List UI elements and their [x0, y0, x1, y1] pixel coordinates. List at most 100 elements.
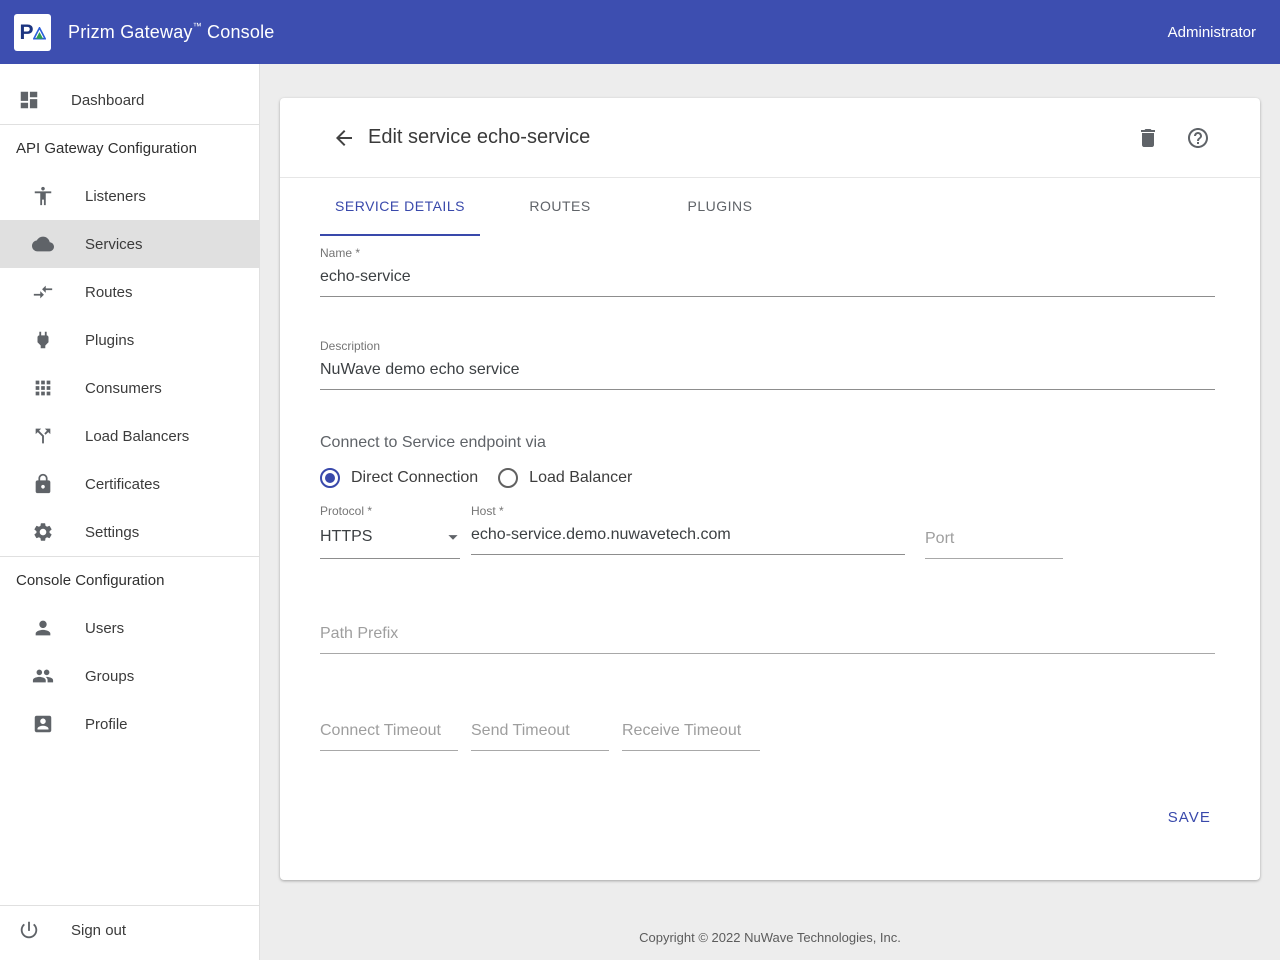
sidebar-item-label: Load Balancers — [85, 428, 189, 445]
sidebar-item-users[interactable]: Users — [0, 604, 259, 652]
sidebar-item-label: Consumers — [85, 380, 162, 397]
compare-arrows-icon — [31, 280, 55, 304]
host-label: Host * — [471, 504, 905, 518]
send-timeout-input[interactable] — [471, 716, 609, 751]
dashboard-icon — [17, 88, 41, 112]
section-console-configuration: Console Configuration — [0, 557, 259, 604]
header-actions — [1136, 126, 1210, 150]
port-field-group — [925, 524, 1063, 559]
tab-bar: SERVICE DETAILS ROUTES PLUGINS — [280, 178, 1260, 236]
gear-icon — [31, 520, 55, 544]
radio-selected-icon — [320, 468, 340, 488]
endpoint-radio-group: Direct Connection Load Balancer — [320, 468, 1215, 488]
endpoint-heading: Connect to Service endpoint via — [320, 434, 1215, 452]
trash-icon — [1136, 126, 1160, 150]
sidebar-item-listeners[interactable]: Listeners — [0, 172, 259, 220]
sidebar-item-certificates[interactable]: Certificates — [0, 460, 259, 508]
page-body: Dashboard API Gateway Configuration List… — [0, 64, 1280, 960]
radio-label: Direct Connection — [351, 469, 478, 487]
host-field-group: Host * — [471, 504, 905, 559]
name-field-group: Name * — [320, 246, 1215, 297]
save-row: SAVE — [320, 803, 1215, 832]
page-title: Edit service echo-service — [368, 126, 590, 149]
sidebar-item-label: Plugins — [85, 332, 134, 349]
main-content: Edit service echo-service SERVICE DETAIL… — [260, 64, 1280, 960]
people-icon — [31, 664, 55, 688]
sidebar-item-load-balancers[interactable]: Load Balancers — [0, 412, 259, 460]
save-button[interactable]: SAVE — [1164, 803, 1215, 832]
plug-icon — [31, 328, 55, 352]
apps-grid-icon — [31, 376, 55, 400]
sidebar-item-label: Groups — [85, 668, 134, 685]
radio-unselected-icon — [498, 468, 518, 488]
sidebar-item-label: Certificates — [85, 476, 160, 493]
sign-out-button[interactable]: Sign out — [0, 906, 259, 954]
sidebar-item-settings[interactable]: Settings — [0, 508, 259, 556]
host-input[interactable] — [471, 520, 905, 555]
dropdown-arrow-icon — [442, 526, 464, 548]
port-input[interactable] — [925, 524, 1063, 559]
tab-service-details[interactable]: SERVICE DETAILS — [320, 178, 480, 236]
user-menu[interactable]: Administrator — [1168, 24, 1256, 41]
description-field-group: Description — [320, 339, 1215, 390]
sidebar-item-label: Routes — [85, 284, 133, 301]
sidebar-item-label: Users — [85, 620, 124, 637]
name-input[interactable] — [320, 262, 1215, 297]
sidebar: Dashboard API Gateway Configuration List… — [0, 64, 260, 960]
help-icon — [1186, 126, 1210, 150]
sidebar-item-label: Dashboard — [71, 92, 144, 109]
sidebar-item-consumers[interactable]: Consumers — [0, 364, 259, 412]
sidebar-item-groups[interactable]: Groups — [0, 652, 259, 700]
logo-triangle-icon — [33, 27, 46, 40]
edit-service-card: Edit service echo-service SERVICE DETAIL… — [280, 98, 1260, 880]
sidebar-item-dashboard[interactable]: Dashboard — [0, 76, 259, 124]
sidebar-item-services[interactable]: Services — [0, 220, 259, 268]
radio-label: Load Balancer — [529, 469, 632, 487]
delete-button[interactable] — [1136, 126, 1160, 150]
connect-timeout-input[interactable] — [320, 716, 458, 751]
radio-load-balancer[interactable]: Load Balancer — [498, 468, 632, 488]
sidebar-item-routes[interactable]: Routes — [0, 268, 259, 316]
card-header: Edit service echo-service — [280, 98, 1260, 178]
timeouts-row — [320, 716, 1215, 751]
receive-timeout-input[interactable] — [622, 716, 760, 751]
help-button[interactable] — [1186, 126, 1210, 150]
brand-suffix: Console — [207, 22, 274, 42]
sidebar-item-label: Services — [85, 236, 143, 253]
prizm-logo: P — [14, 14, 51, 51]
cloud-icon — [31, 232, 55, 256]
call-split-icon — [31, 424, 55, 448]
protocol-label: Protocol * — [320, 504, 460, 518]
radio-direct-connection[interactable]: Direct Connection — [320, 468, 478, 488]
sidebar-item-plugins[interactable]: Plugins — [0, 316, 259, 364]
description-label: Description — [320, 339, 1215, 353]
trademark-symbol: ™ — [193, 21, 202, 31]
path-prefix-field-group — [320, 619, 1215, 654]
tab-routes[interactable]: ROUTES — [480, 178, 640, 236]
badge-icon — [31, 712, 55, 736]
sidebar-item-label: Profile — [85, 716, 128, 733]
protocol-select[interactable]: HTTPS — [320, 520, 460, 559]
footer-copyright: Copyright © 2022 NuWave Technologies, In… — [260, 930, 1280, 960]
protocol-field-group: Protocol * HTTPS — [320, 504, 460, 559]
topbar: P Prizm Gateway™ Console Administrator — [0, 0, 1280, 64]
app-root: P Prizm Gateway™ Console Administrator D… — [0, 0, 1280, 960]
back-button[interactable] — [332, 126, 356, 150]
sidebar-item-label: Settings — [85, 524, 139, 541]
section-api-gateway-configuration: API Gateway Configuration — [0, 125, 259, 172]
tab-plugins[interactable]: PLUGINS — [640, 178, 800, 236]
path-prefix-input[interactable] — [320, 619, 1215, 654]
listener-person-icon — [31, 184, 55, 208]
lock-icon — [31, 472, 55, 496]
description-input[interactable] — [320, 355, 1215, 390]
name-label: Name * — [320, 246, 1215, 260]
sidebar-item-profile[interactable]: Profile — [0, 700, 259, 748]
brand-name: Prizm Gateway — [68, 22, 193, 42]
service-details-form: Name * Description Connect to Service en… — [280, 236, 1260, 880]
person-icon — [31, 616, 55, 640]
sidebar-bottom: Sign out — [0, 905, 259, 960]
protocol-host-port-row: Protocol * HTTPS Host * — [320, 504, 1215, 559]
app-title: Prizm Gateway™ Console — [68, 22, 275, 43]
power-icon — [17, 918, 41, 942]
protocol-value: HTTPS — [320, 528, 372, 546]
